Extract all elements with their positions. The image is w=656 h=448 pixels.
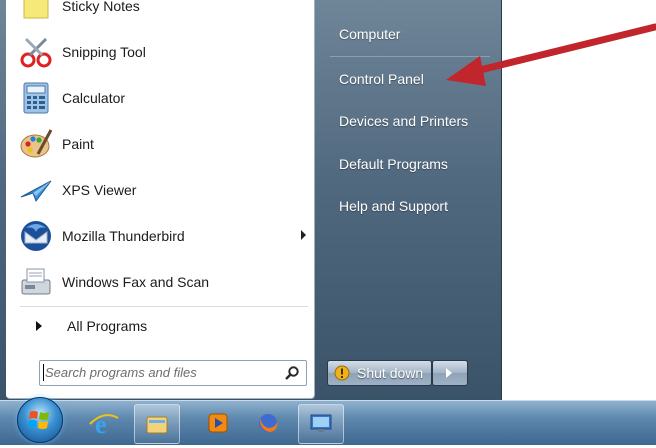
- windows-start-orb-icon[interactable]: [17, 397, 63, 443]
- program-label: Mozilla Thunderbird: [62, 228, 185, 244]
- shut-down-button[interactable]: Shut down: [327, 360, 432, 386]
- paint-icon: [18, 126, 54, 162]
- fax-scan-icon: [18, 264, 54, 300]
- thunderbird-icon: [18, 218, 54, 254]
- firefox-icon[interactable]: [246, 404, 290, 442]
- separator: [330, 56, 490, 57]
- submenu-arrow-icon[interactable]: [301, 230, 306, 240]
- menu-item-label: Computer: [339, 26, 401, 42]
- expand-arrow-icon: [36, 321, 42, 331]
- all-programs-label: All Programs: [67, 318, 148, 334]
- program-paint[interactable]: Paint: [12, 124, 312, 164]
- shut-down-label: Shut down: [357, 365, 424, 381]
- text-caret: [43, 364, 44, 381]
- program-label: Calculator: [62, 90, 126, 106]
- menu-item-control-panel[interactable]: Control Panel: [329, 64, 499, 94]
- menu-item-label: Devices and Printers: [339, 113, 469, 129]
- calculator-icon: [18, 80, 54, 116]
- program-sticky-notes[interactable]: Sticky Notes: [12, 0, 312, 26]
- program-label: Windows Fax and Scan: [62, 274, 210, 290]
- menu-item-label: Default Programs: [339, 156, 448, 172]
- program-mozilla-thunderbird[interactable]: Mozilla Thunderbird: [12, 216, 312, 256]
- remote-desktop-icon[interactable]: [298, 404, 344, 444]
- program-windows-fax-and-scan[interactable]: Windows Fax and Scan: [12, 262, 312, 302]
- menu-item-default-programs[interactable]: Default Programs: [329, 149, 499, 179]
- programs-panel: Sticky Notes Snipping Tool Calculator Pa…: [6, 0, 315, 399]
- menu-item-label: Control Panel: [339, 71, 424, 87]
- program-label: Sticky Notes: [62, 0, 140, 14]
- menu-item-devices-and-printers[interactable]: Devices and Printers: [329, 106, 499, 136]
- sticky-notes-icon: [18, 0, 54, 24]
- program-label: Paint: [62, 136, 94, 152]
- search-input[interactable]: Search programs and files: [39, 360, 307, 386]
- shield-icon: [334, 365, 350, 381]
- windows-explorer-icon[interactable]: [134, 404, 180, 444]
- shut-down-options-button[interactable]: [432, 360, 468, 386]
- menu-item-label: Help and Support: [339, 198, 448, 214]
- program-xps-viewer[interactable]: XPS Viewer: [12, 170, 312, 210]
- media-player-icon[interactable]: [196, 404, 240, 442]
- menu-item-computer[interactable]: Computer: [329, 19, 499, 49]
- program-label: XPS Viewer: [62, 182, 137, 198]
- xps-viewer-icon: [18, 172, 54, 208]
- program-snipping-tool[interactable]: Snipping Tool: [12, 32, 312, 72]
- search-placeholder: Search programs and files: [45, 365, 197, 380]
- separator: [20, 306, 308, 307]
- program-calculator[interactable]: Calculator: [12, 78, 312, 118]
- menu-item-help-and-support[interactable]: Help and Support: [329, 191, 499, 221]
- search-icon[interactable]: [284, 365, 300, 381]
- snipping-tool-icon: [18, 34, 54, 70]
- all-programs-button[interactable]: All Programs: [26, 312, 306, 340]
- program-label: Snipping Tool: [62, 44, 146, 60]
- chevron-right-icon: [446, 368, 452, 378]
- internet-explorer-icon[interactable]: e: [82, 404, 126, 442]
